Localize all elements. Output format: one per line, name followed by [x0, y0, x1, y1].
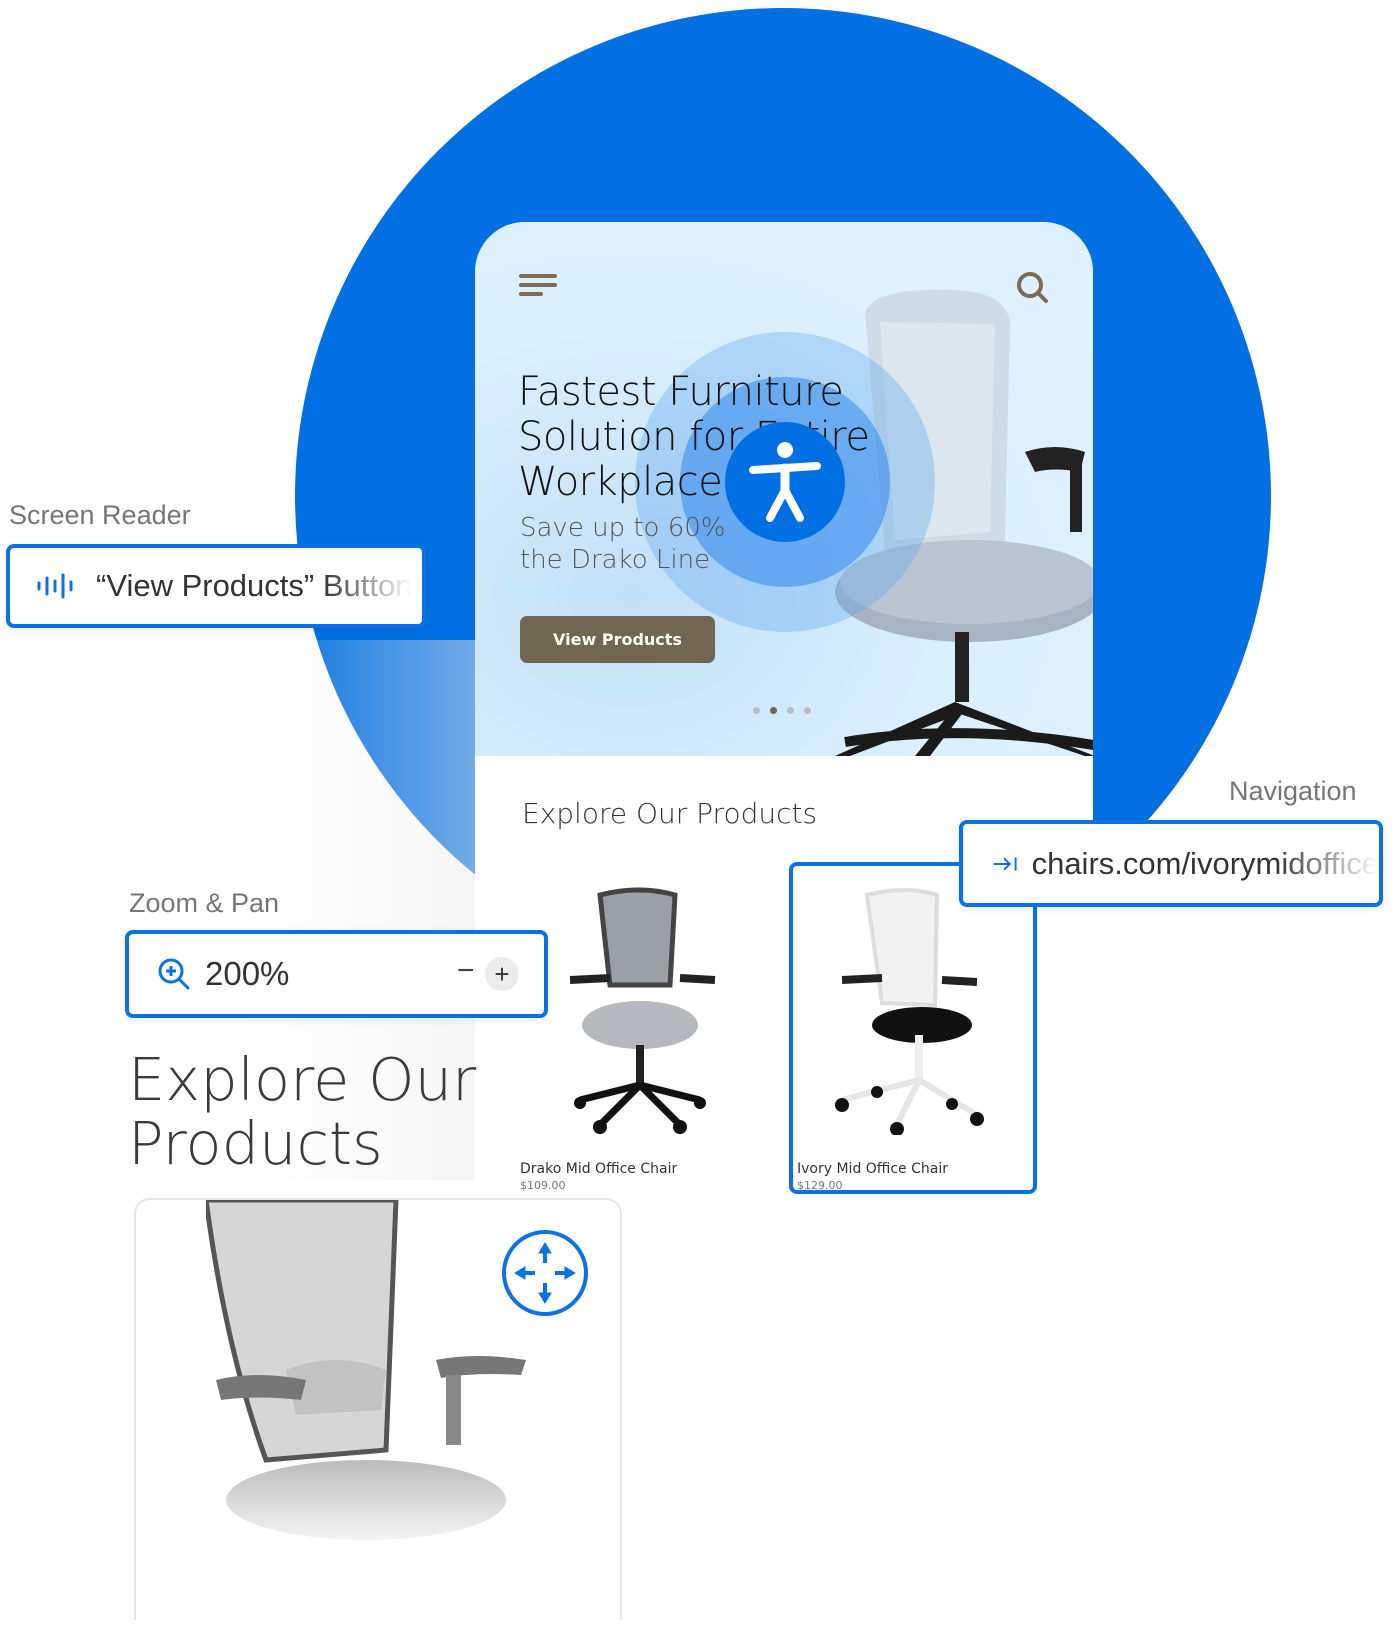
carousel-dot[interactable] [753, 707, 760, 714]
product-name[interactable]: Drako Mid Office Chair [520, 1161, 677, 1177]
zoom-control: 200% − + [125, 930, 548, 1018]
zoom-pan-label: Zoom & Pan [129, 888, 280, 918]
carousel-dots[interactable] [753, 707, 811, 714]
zoom-in-icon [158, 958, 190, 990]
carousel-dot-active[interactable] [770, 707, 777, 714]
move-arrows-icon[interactable] [500, 1228, 590, 1318]
screen-reader-label: Screen Reader [9, 500, 191, 530]
zoom-level: 200% [205, 955, 290, 992]
focus-outline-ivory [789, 862, 1037, 1194]
drako-chair-image [569, 887, 716, 1134]
screen-reader-text: “View Products” Button [96, 568, 413, 603]
view-products-button[interactable]: View Products [520, 616, 715, 663]
section-title: Explore Our Products [522, 797, 818, 830]
zoomed-section-title: Explore Our Products [128, 1045, 477, 1178]
screen-reader-callout: “View Products” Button [6, 544, 426, 628]
search-icon[interactable] [1015, 270, 1049, 304]
carousel-dot[interactable] [804, 707, 811, 714]
carousel-dot[interactable] [787, 707, 794, 714]
navigation-url[interactable]: chairs.com/ivorymidoffice [1032, 846, 1379, 882]
zoom-out-button[interactable]: − [457, 954, 475, 988]
zoomed-chair-image [206, 1200, 526, 1540]
zoom-in-button[interactable]: + [485, 957, 519, 991]
hero-banner: Fastest Furniture Solution for Entire Wo… [475, 222, 1093, 756]
navigation-callout[interactable]: chairs.com/ivorymidoffice [959, 820, 1383, 907]
accessibility-person-icon[interactable] [725, 422, 845, 542]
hero-subtitle: Save up to 60% the Drako Line [520, 513, 726, 575]
product-price: $109.00 [520, 1179, 566, 1192]
navigation-label: Navigation [1229, 776, 1357, 806]
product-card-drako[interactable]: Drako Mid Office Chair $109.00 [520, 885, 760, 1202]
audio-wave-icon [37, 573, 73, 599]
hamburger-icon[interactable] [519, 274, 557, 300]
tab-arrow-icon [993, 856, 1017, 871]
